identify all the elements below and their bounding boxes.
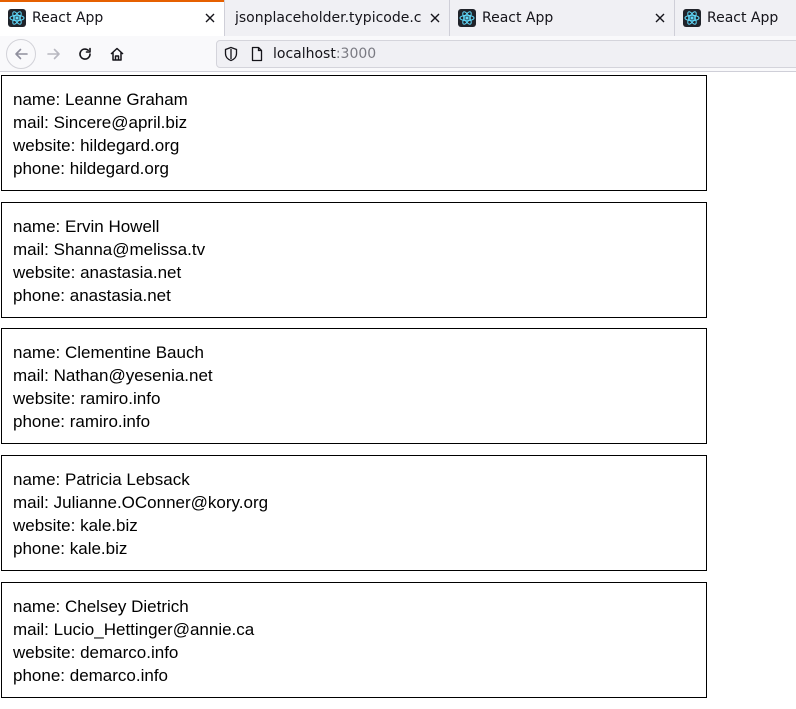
url-port: :3000 bbox=[335, 46, 377, 62]
close-icon[interactable] bbox=[196, 0, 224, 36]
user-name-line: name: Patricia Lebsack bbox=[13, 468, 706, 491]
url-text[interactable]: localhost:3000 bbox=[273, 46, 376, 62]
home-button[interactable] bbox=[103, 40, 131, 68]
user-phone: demarco.info bbox=[69, 666, 169, 685]
user-name: Chelsey Dietrich bbox=[64, 597, 189, 616]
mail-label: mail: bbox=[13, 366, 54, 385]
arrow-left-icon bbox=[15, 48, 28, 60]
user-mail-line: mail: Julianne.OConner@kory.org bbox=[13, 491, 706, 514]
phone-label: phone: bbox=[13, 159, 70, 178]
user-phone-line: phone: demarco.info bbox=[13, 664, 706, 687]
user-mail: Sincere@april.biz bbox=[53, 113, 188, 132]
website-label: website: bbox=[13, 389, 81, 408]
mail-label: mail: bbox=[13, 620, 54, 639]
user-phone-line: phone: kale.biz bbox=[13, 537, 706, 560]
mail-label: mail: bbox=[13, 493, 54, 512]
phone-label: phone: bbox=[13, 412, 70, 431]
user-phone: anastasia.net bbox=[69, 286, 171, 305]
react-icon bbox=[8, 9, 26, 27]
user-name-line: name: Chelsey Dietrich bbox=[13, 595, 706, 618]
arrow-right-icon bbox=[47, 48, 60, 60]
page-icon[interactable] bbox=[249, 46, 265, 62]
user-mail: Shanna@melissa.tv bbox=[53, 240, 206, 259]
tab-jsonplaceholder[interactable]: jsonplaceholder.typicode.com bbox=[225, 0, 450, 36]
close-icon[interactable] bbox=[646, 0, 674, 36]
user-card: name: Patricia Lebsack mail: Julianne.OC… bbox=[1, 455, 707, 571]
react-icon bbox=[458, 9, 476, 27]
user-phone-line: phone: anastasia.net bbox=[13, 284, 706, 307]
address-bar[interactable]: localhost:3000 bbox=[216, 40, 796, 68]
user-mail: Julianne.OConner@kory.org bbox=[53, 493, 269, 512]
name-label: name: bbox=[13, 217, 65, 236]
user-website-line: website: kale.biz bbox=[13, 514, 706, 537]
website-label: website: bbox=[13, 643, 81, 662]
user-website-line: website: hildegard.org bbox=[13, 134, 706, 157]
tab-react-app-2[interactable]: React App bbox=[450, 0, 675, 36]
user-card: name: Leanne Graham mail: Sincere@april.… bbox=[1, 75, 707, 191]
user-mail: Nathan@yesenia.net bbox=[53, 366, 213, 385]
user-mail: Lucio_Hettinger@annie.ca bbox=[53, 620, 255, 639]
url-host: localhost bbox=[273, 46, 336, 62]
user-website: hildegard.org bbox=[80, 136, 180, 155]
mail-label: mail: bbox=[13, 240, 54, 259]
name-label: name: bbox=[13, 597, 65, 616]
user-website: demarco.info bbox=[80, 643, 179, 662]
navigation-toolbar: localhost:3000 bbox=[0, 36, 796, 72]
user-website: kale.biz bbox=[80, 516, 138, 535]
user-card: name: Clementine Bauch mail: Nathan@yese… bbox=[1, 328, 707, 444]
shield-icon[interactable] bbox=[223, 46, 239, 62]
user-name: Leanne Graham bbox=[64, 90, 188, 109]
phone-label: phone: bbox=[13, 286, 70, 305]
react-icon bbox=[683, 9, 701, 27]
reload-button[interactable] bbox=[71, 40, 99, 68]
name-label: name: bbox=[13, 470, 65, 489]
forward-button[interactable] bbox=[40, 40, 68, 68]
name-label: name: bbox=[13, 90, 65, 109]
user-phone: ramiro.info bbox=[69, 412, 151, 431]
user-name-line: name: Leanne Graham bbox=[13, 88, 706, 111]
user-card: name: Ervin Howell mail: Shanna@melissa.… bbox=[1, 202, 707, 318]
home-icon bbox=[110, 47, 124, 61]
user-phone-line: phone: hildegard.org bbox=[13, 157, 706, 180]
tab-title: jsonplaceholder.typicode.com bbox=[235, 10, 421, 26]
user-website: anastasia.net bbox=[80, 263, 182, 282]
tab-title: React App bbox=[482, 10, 554, 26]
user-mail-line: mail: Shanna@melissa.tv bbox=[13, 238, 706, 261]
close-icon[interactable] bbox=[421, 0, 449, 36]
mail-label: mail: bbox=[13, 113, 54, 132]
back-button[interactable] bbox=[6, 39, 36, 69]
name-label: name: bbox=[13, 343, 65, 362]
website-label: website: bbox=[13, 263, 81, 282]
tab-react-app-3[interactable]: React App bbox=[675, 0, 796, 36]
user-name: Ervin Howell bbox=[64, 217, 160, 236]
reload-icon bbox=[79, 47, 91, 60]
user-mail-line: mail: Nathan@yesenia.net bbox=[13, 364, 706, 387]
user-name-line: name: Ervin Howell bbox=[13, 215, 706, 238]
user-name-line: name: Clementine Bauch bbox=[13, 341, 706, 364]
user-website-line: website: ramiro.info bbox=[13, 387, 706, 410]
user-phone: hildegard.org bbox=[69, 159, 169, 178]
user-mail-line: mail: Sincere@april.biz bbox=[13, 111, 706, 134]
user-website: ramiro.info bbox=[80, 389, 161, 408]
user-website-line: website: anastasia.net bbox=[13, 261, 706, 284]
user-mail-line: mail: Lucio_Hettinger@annie.ca bbox=[13, 618, 706, 641]
website-label: website: bbox=[13, 516, 81, 535]
user-website-line: website: demarco.info bbox=[13, 641, 706, 664]
tab-title: React App bbox=[32, 10, 104, 26]
user-phone-line: phone: ramiro.info bbox=[13, 410, 706, 433]
website-label: website: bbox=[13, 136, 81, 155]
tab-strip: React App jsonplaceholder.typicode.com R… bbox=[0, 0, 796, 36]
user-card: name: Chelsey Dietrich mail: Lucio_Hetti… bbox=[1, 582, 707, 698]
user-name: Clementine Bauch bbox=[64, 343, 204, 362]
phone-label: phone: bbox=[13, 666, 70, 685]
tab-react-app-1[interactable]: React App bbox=[0, 0, 225, 36]
tab-title: React App bbox=[707, 10, 779, 26]
phone-label: phone: bbox=[13, 539, 70, 558]
user-name: Patricia Lebsack bbox=[64, 470, 190, 489]
user-phone: kale.biz bbox=[69, 539, 128, 558]
